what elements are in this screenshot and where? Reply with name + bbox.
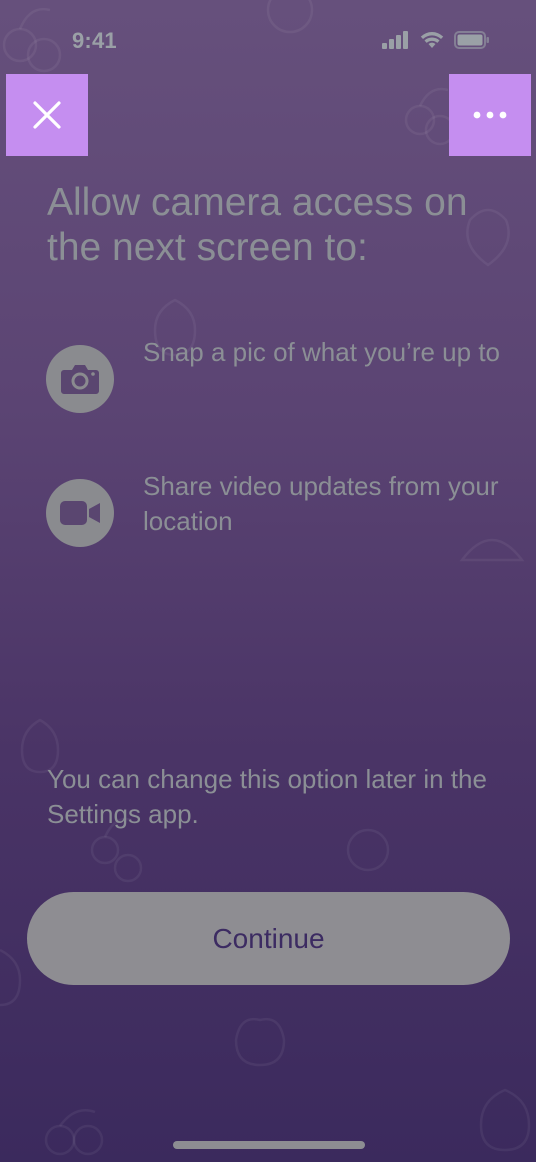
- feature-item-photo: Snap a pic of what you’re up to: [46, 337, 516, 415]
- status-bar: 9:41: [0, 0, 536, 70]
- more-options-button[interactable]: [449, 74, 531, 156]
- status-time: 9:41: [72, 28, 117, 53]
- cellular-signal-icon: [382, 31, 408, 49]
- status-icons: [382, 30, 490, 50]
- video-camera-icon: [60, 501, 100, 525]
- battery-icon: [454, 31, 489, 49]
- wifi-icon: [420, 32, 444, 48]
- close-button[interactable]: [6, 74, 88, 156]
- feature-icon-badge: [46, 479, 114, 547]
- close-icon: [33, 101, 61, 129]
- feature-item-video: Share video updates from your location: [46, 471, 516, 549]
- home-indicator[interactable]: [173, 1141, 365, 1149]
- feature-text: Share video updates from your location: [143, 471, 499, 536]
- feature-text: Snap a pic of what you’re up to: [143, 337, 501, 367]
- feature-icon-badge: [46, 345, 114, 413]
- settings-note: You can change this option later in the …: [47, 764, 487, 829]
- page-title: Allow camera access on the next screen t…: [47, 181, 468, 269]
- continue-button[interactable]: Continue: [27, 892, 510, 985]
- background-fruit-pattern: [0, 0, 531, 1156]
- camera-icon: [61, 365, 99, 394]
- more-horizontal-icon: [473, 111, 507, 119]
